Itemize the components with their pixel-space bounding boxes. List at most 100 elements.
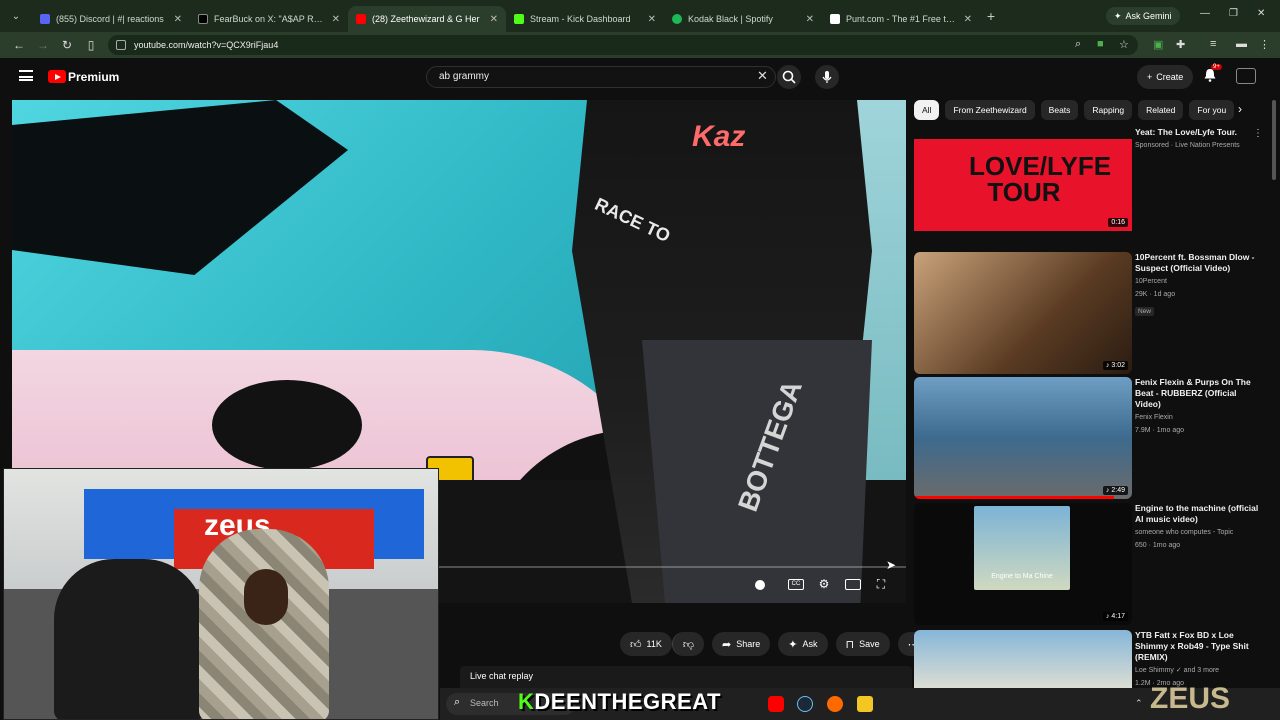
more-options-icon[interactable]: ⋮: [1253, 128, 1263, 139]
extension-icon[interactable]: ■: [1097, 38, 1104, 50]
account-avatar[interactable]: [1236, 68, 1256, 84]
chip-all[interactable]: All: [914, 100, 940, 120]
video-thumbnail[interactable]: LOVE/LYFE TOUR 0:16: [914, 139, 1132, 231]
forward-icon[interactable]: →: [31, 38, 55, 52]
video-title[interactable]: Engine to the machine (official AI music…: [1135, 503, 1263, 525]
chevron-right-icon[interactable]: ›: [1238, 102, 1242, 116]
notifications-button[interactable]: 9+: [1203, 64, 1222, 87]
close-tab-icon[interactable]: ✕: [964, 14, 972, 25]
bookmark-star-icon[interactable]: ☆: [1119, 38, 1129, 51]
media-control-icon[interactable]: ≡: [1210, 38, 1216, 50]
video-thumbnail[interactable]: ♪ 2:49: [914, 377, 1132, 499]
recommendation-item[interactable]: Engine to Ma Chine ♪ 4:17 Engine to the …: [914, 503, 1274, 625]
video-thumbnail[interactable]: [914, 630, 1132, 688]
sidebar-icon[interactable]: ▯: [79, 38, 103, 52]
share-button[interactable]: ➦ Share: [712, 632, 771, 656]
extension-icon[interactable]: ▣: [1153, 38, 1163, 51]
chip-from-channel[interactable]: From Zeethewizard: [945, 100, 1035, 120]
chip-rapping[interactable]: Rapping: [1084, 100, 1133, 120]
ask-button[interactable]: ✦ Ask: [778, 632, 828, 656]
thumbnail-image: Engine to Ma Chine: [974, 506, 1070, 590]
settings-gear-icon[interactable]: ⚙: [816, 577, 832, 593]
save-label: Save: [859, 639, 880, 649]
steam-taskbar-icon[interactable]: [797, 696, 813, 712]
search-input[interactable]: ab grammy: [426, 66, 776, 88]
browser-tab-youtube[interactable]: (28) Zeethewizard & G Her ✕: [348, 6, 506, 32]
ask-gemini-button[interactable]: ✦ Ask Gemini: [1106, 7, 1180, 25]
recommendation-item[interactable]: LOVE/LYFE TOUR 0:16 Yeat: The Love/Lyfe …: [914, 127, 1274, 249]
file-explorer-icon[interactable]: [857, 696, 873, 712]
menu-icon[interactable]: [19, 70, 33, 81]
youtube-taskbar-icon[interactable]: [768, 696, 784, 712]
captions-icon[interactable]: CC: [788, 579, 804, 590]
autoplay-toggle-icon[interactable]: [755, 580, 765, 590]
video-stats: 29K · 1d ago: [1135, 291, 1176, 298]
chip-beats[interactable]: Beats: [1040, 100, 1079, 120]
chip-for-you[interactable]: For you: [1189, 100, 1235, 120]
chevron-up-icon[interactable]: ⌃: [1135, 698, 1143, 709]
page-scrollbar[interactable]: [1272, 100, 1276, 180]
youtube-premium-logo[interactable]: Premium: [68, 70, 119, 84]
search-button[interactable]: [777, 65, 801, 89]
search-icon: ⌕: [454, 696, 461, 708]
fullscreen-icon[interactable]: ⛶: [873, 577, 889, 593]
video-title[interactable]: YTB Fatt x Fox BD x Loe Shimmy x Rob49 -…: [1135, 630, 1263, 663]
close-tab-icon[interactable]: ✕: [490, 14, 498, 25]
close-tab-icon[interactable]: ✕: [332, 14, 340, 25]
browser-tab-punt[interactable]: Punt.com - The #1 Free to Play ✕: [822, 6, 980, 32]
profile-icon[interactable]: ▬: [1236, 38, 1247, 50]
recommendation-item[interactable]: ♪ 3:02 10Percent ft. Bossman Dlow - Susp…: [914, 252, 1274, 374]
video-thumbnail[interactable]: Engine to Ma Chine ♪ 4:17: [914, 503, 1132, 625]
tab-title: FearBuck on X: "A$AP Rocky g: [214, 14, 326, 24]
video-title[interactable]: Yeat: The Love/Lyfe Tour.: [1135, 127, 1263, 138]
close-tab-icon[interactable]: ✕: [174, 14, 182, 25]
search-icon: [782, 70, 796, 84]
site-info-icon[interactable]: [116, 40, 126, 50]
thumbs-up-icon: 👍︎: [630, 638, 642, 651]
address-bar[interactable]: youtube.com/watch?v=QCX9riFjau4: [108, 35, 1138, 55]
extensions-puzzle-icon[interactable]: ✚: [1176, 38, 1185, 51]
close-tab-icon[interactable]: ✕: [648, 14, 656, 25]
browser-tab-spotify[interactable]: Kodak Black | Spotify ✕: [664, 6, 822, 32]
video-title[interactable]: Fenix Flexin & Purps On The Beat - RUBBE…: [1135, 377, 1263, 410]
channel-name[interactable]: Fenix Flexin: [1135, 413, 1263, 423]
clear-search-icon[interactable]: ✕: [757, 68, 768, 84]
voice-search-button[interactable]: [815, 65, 839, 89]
browser-menu-icon[interactable]: ⋮: [1259, 38, 1270, 51]
dislike-button[interactable]: 👎︎: [671, 632, 705, 656]
channel-name[interactable]: Loe Shimmy ✓ and 3 more: [1135, 666, 1263, 676]
like-button[interactable]: 👍︎ 11K: [620, 632, 672, 656]
channel-name[interactable]: someone who computes - Topic: [1135, 528, 1263, 538]
save-button[interactable]: ⊓ Save: [835, 632, 890, 656]
create-button[interactable]: + Create: [1137, 65, 1194, 89]
back-icon[interactable]: ←: [7, 38, 31, 52]
new-tab-button[interactable]: +: [980, 8, 1002, 24]
close-window-icon[interactable]: ✕: [1257, 8, 1265, 19]
tab-search-icon[interactable]: ⌄: [0, 11, 32, 22]
maximize-icon[interactable]: ❐: [1229, 8, 1238, 19]
youtube-logo-icon[interactable]: [48, 70, 66, 83]
video-title[interactable]: 10Percent ft. Bossman Dlow - Suspect (Of…: [1135, 252, 1263, 274]
minimize-icon[interactable]: —: [1200, 8, 1210, 19]
app-taskbar-icon[interactable]: [827, 696, 843, 712]
video-duration-badge: ♪ 4:17: [1102, 612, 1128, 621]
browser-tab-discord[interactable]: (855) Discord | #​| reactions ✕: [32, 6, 190, 32]
recommendation-item[interactable]: ♪ 2:49 Fenix Flexin & Purps On The Beat …: [914, 377, 1274, 499]
close-tab-icon[interactable]: ✕: [806, 14, 814, 25]
reload-icon[interactable]: ↻: [55, 38, 79, 52]
miniplayer-icon[interactable]: [845, 579, 861, 590]
channel-name[interactable]: 10Percent: [1135, 277, 1263, 287]
webcam-person-left: [54, 559, 204, 719]
zoom-icon[interactable]: ⌕: [1075, 38, 1081, 51]
chip-related[interactable]: Related: [1138, 100, 1184, 120]
video-thumbnail[interactable]: ♪ 3:02: [914, 252, 1132, 374]
youtube-favicon-icon: [356, 14, 366, 24]
zeus-watermark: ZEUS: [1150, 682, 1231, 715]
tab-title: Kodak Black | Spotify: [688, 14, 773, 24]
browser-tab-x[interactable]: FearBuck on X: "A$AP Rocky g ✕: [190, 6, 348, 32]
recommendation-item[interactable]: YTB Fatt x Fox BD x Loe Shimmy x Rob49 -…: [914, 630, 1274, 688]
browser-tab-kick[interactable]: Stream - Kick Dashboard ✕: [506, 6, 664, 32]
plus-icon: +: [1147, 72, 1153, 82]
video-duration-badge: ♪ 3:02: [1102, 361, 1128, 370]
live-chat-replay-header[interactable]: Live chat replay: [460, 666, 912, 688]
